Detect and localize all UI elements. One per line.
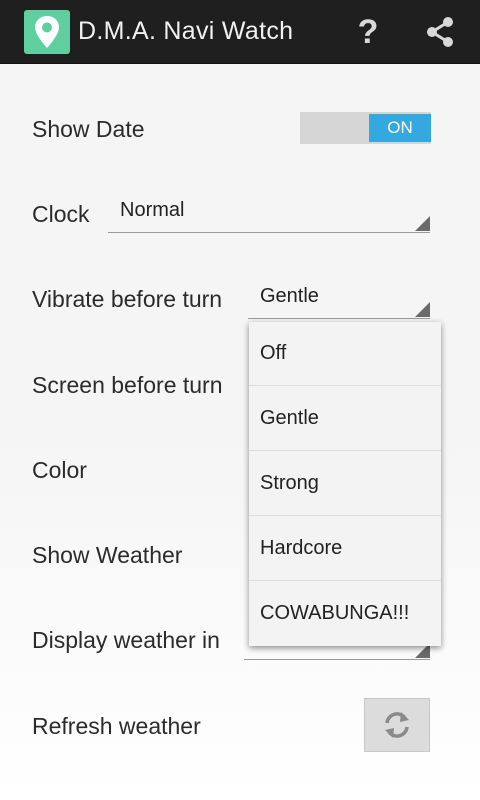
map-pin-icon (24, 10, 70, 54)
show-date-switch[interactable]: ON (300, 112, 431, 144)
color-label: Color (32, 457, 87, 483)
clock-label: Clock (32, 201, 90, 227)
show-date-label: Show Date (32, 116, 145, 142)
dropdown-option-hardcore[interactable]: Hardcore (249, 517, 441, 581)
help-button[interactable]: ? (344, 8, 392, 56)
dropdown-arrow-icon (415, 302, 430, 317)
app-title: D.M.A. Navi Watch (78, 17, 294, 45)
clock-value: Normal (120, 199, 185, 221)
vibrate-value: Gentle (260, 285, 319, 307)
share-icon (427, 17, 453, 47)
question-mark-icon: ? (357, 12, 379, 51)
dropdown-option-cowabunga[interactable]: COWABUNGA!!! (249, 582, 441, 646)
display-weather-label: Display weather in (32, 627, 220, 653)
show-weather-label: Show Weather (32, 542, 183, 568)
action-bar: D.M.A. Navi Watch ? (0, 0, 480, 64)
screen-label: Screen before turn (32, 372, 223, 398)
dropdown-option-gentle[interactable]: Gentle (249, 387, 441, 451)
refresh-icon (385, 712, 409, 738)
refresh-weather-button[interactable] (364, 698, 430, 752)
dropdown-option-strong[interactable]: Strong (249, 452, 441, 516)
vibrate-label: Vibrate before turn (32, 286, 223, 312)
dropdown-arrow-icon (415, 216, 430, 231)
switch-thumb: ON (369, 114, 431, 142)
refresh-weather-label: Refresh weather (32, 713, 201, 739)
vibrate-spinner[interactable]: Gentle (248, 282, 430, 319)
share-button[interactable] (416, 8, 464, 56)
dropdown-option-off[interactable]: Off (249, 322, 441, 386)
clock-spinner[interactable]: Normal (108, 196, 430, 233)
vibrate-dropdown-list: Off Gentle Strong Hardcore COWABUNGA!!! (249, 322, 441, 646)
